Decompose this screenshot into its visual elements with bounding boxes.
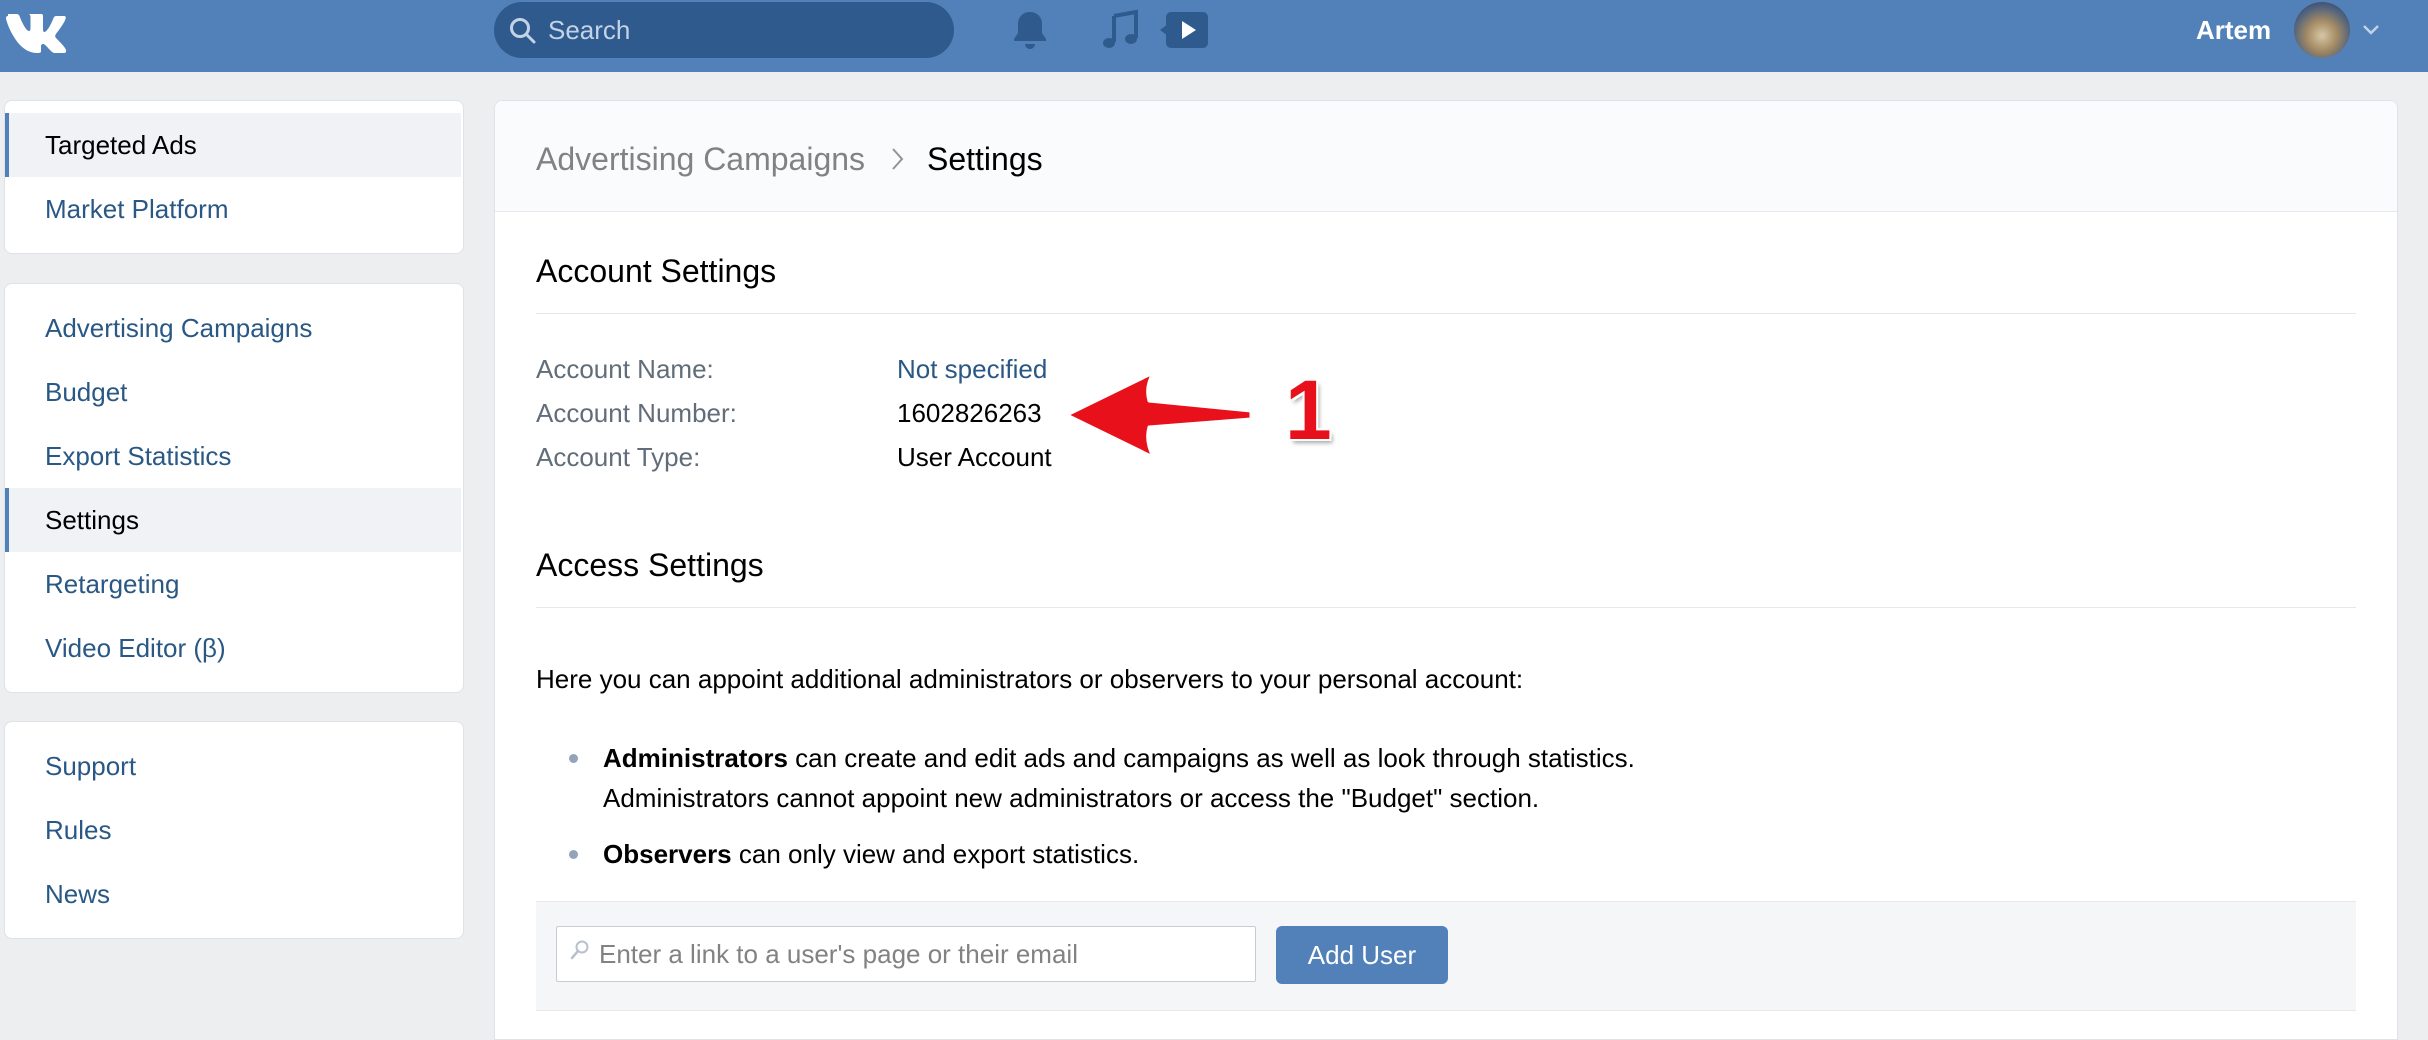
add-user-bar: Add User bbox=[536, 901, 2356, 1011]
search-input[interactable] bbox=[548, 2, 938, 58]
account-name-label: Account Name: bbox=[536, 354, 714, 384]
sidebar-item-news[interactable]: News bbox=[5, 862, 461, 926]
main-panel: Advertising Campaigns Settings Account S… bbox=[494, 100, 2398, 1040]
user-link-input[interactable] bbox=[599, 927, 1239, 981]
user-link-field[interactable] bbox=[556, 926, 1256, 982]
sidebar-item-advertising-campaigns[interactable]: Advertising Campaigns bbox=[5, 296, 461, 360]
chevron-right-icon bbox=[892, 148, 904, 170]
bullet-dot bbox=[569, 754, 578, 763]
observer-text: can only view and export statistics. bbox=[731, 839, 1140, 869]
account-type-label: Account Type: bbox=[536, 442, 701, 472]
account-settings-title: Account Settings bbox=[536, 253, 777, 289]
divider bbox=[536, 607, 2356, 608]
bell-icon[interactable] bbox=[1010, 8, 1050, 52]
admin-restriction-text: Administrators cannot appoint new admini… bbox=[603, 783, 1540, 813]
account-type-value: User Account bbox=[897, 442, 1052, 472]
sidebar-item-market-platform[interactable]: Market Platform bbox=[5, 177, 461, 241]
top-bar: Artem bbox=[0, 0, 2428, 72]
sidebar-group-ads: Targeted Ads Market Platform bbox=[4, 100, 464, 254]
avatar[interactable] bbox=[2294, 2, 2350, 58]
account-name-value[interactable]: Not specified bbox=[897, 353, 1047, 385]
sidebar-item-targeted-ads[interactable]: Targeted Ads bbox=[5, 113, 461, 177]
red-arrow-annotation bbox=[1065, 371, 1253, 459]
divider bbox=[536, 313, 2356, 314]
sidebar-item-export-statistics[interactable]: Export Statistics bbox=[5, 424, 461, 488]
sidebar-item-rules[interactable]: Rules bbox=[5, 798, 461, 862]
annotation-number: 1 bbox=[1285, 363, 1332, 457]
music-icon[interactable] bbox=[1098, 8, 1142, 52]
search-icon bbox=[510, 18, 536, 44]
access-intro-text: Here you can appoint additional administ… bbox=[536, 664, 1524, 694]
breadcrumb: Advertising Campaigns Settings bbox=[495, 101, 2397, 212]
admin-role-name: Administrators bbox=[603, 743, 788, 773]
sidebar-item-support[interactable]: Support bbox=[5, 734, 461, 798]
video-icon[interactable] bbox=[1160, 8, 1212, 52]
sidebar-item-video-editor[interactable]: Video Editor (β) bbox=[5, 616, 461, 680]
search-box[interactable] bbox=[494, 2, 954, 58]
bullet-dot bbox=[569, 850, 578, 859]
sidebar-item-settings[interactable]: Settings bbox=[5, 488, 461, 552]
sidebar-item-retargeting[interactable]: Retargeting bbox=[5, 552, 461, 616]
search-icon bbox=[570, 940, 589, 960]
access-settings-title: Access Settings bbox=[536, 547, 764, 583]
chevron-down-icon[interactable] bbox=[2360, 18, 2382, 40]
page-title: Settings bbox=[927, 141, 1043, 177]
add-user-button[interactable]: Add User bbox=[1276, 926, 1448, 984]
account-number-value: 1602826263 bbox=[897, 398, 1042, 428]
user-name[interactable]: Artem bbox=[2196, 14, 2271, 46]
observer-description: Observers can only view and export stati… bbox=[603, 834, 1139, 874]
sidebar-group-help: Support Rules News bbox=[4, 721, 464, 939]
admin-description: Administrators can create and edit ads a… bbox=[603, 738, 1635, 778]
account-number-label: Account Number: bbox=[536, 398, 737, 428]
sidebar-group-campaigns: Advertising Campaigns Budget Export Stat… bbox=[4, 283, 464, 693]
admin-text: can create and edit ads and campaigns as… bbox=[787, 743, 1635, 773]
sidebar-item-budget[interactable]: Budget bbox=[5, 360, 461, 424]
observer-role-name: Observers bbox=[603, 839, 732, 869]
breadcrumb-link-advertising-campaigns[interactable]: Advertising Campaigns bbox=[536, 139, 865, 179]
vk-logo-icon[interactable] bbox=[2, 6, 72, 54]
